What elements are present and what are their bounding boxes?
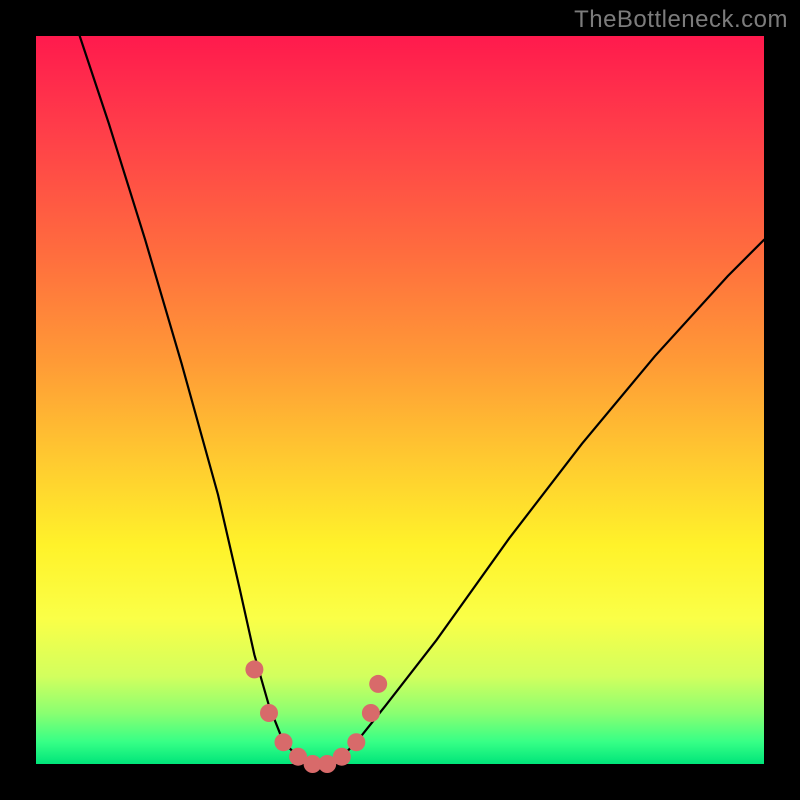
chart-svg bbox=[36, 36, 764, 764]
highlight-dot bbox=[245, 660, 263, 678]
highlight-dot bbox=[333, 748, 351, 766]
highlight-dot bbox=[260, 704, 278, 722]
highlight-dot bbox=[369, 675, 387, 693]
bottleneck-curve bbox=[80, 36, 764, 764]
plot-area bbox=[36, 36, 764, 764]
highlight-dot bbox=[362, 704, 380, 722]
highlight-dot bbox=[275, 733, 293, 751]
highlight-dots-group bbox=[245, 660, 387, 773]
watermark-text: TheBottleneck.com bbox=[574, 6, 788, 34]
chart-frame: TheBottleneck.com bbox=[0, 0, 800, 800]
highlight-dot bbox=[347, 733, 365, 751]
